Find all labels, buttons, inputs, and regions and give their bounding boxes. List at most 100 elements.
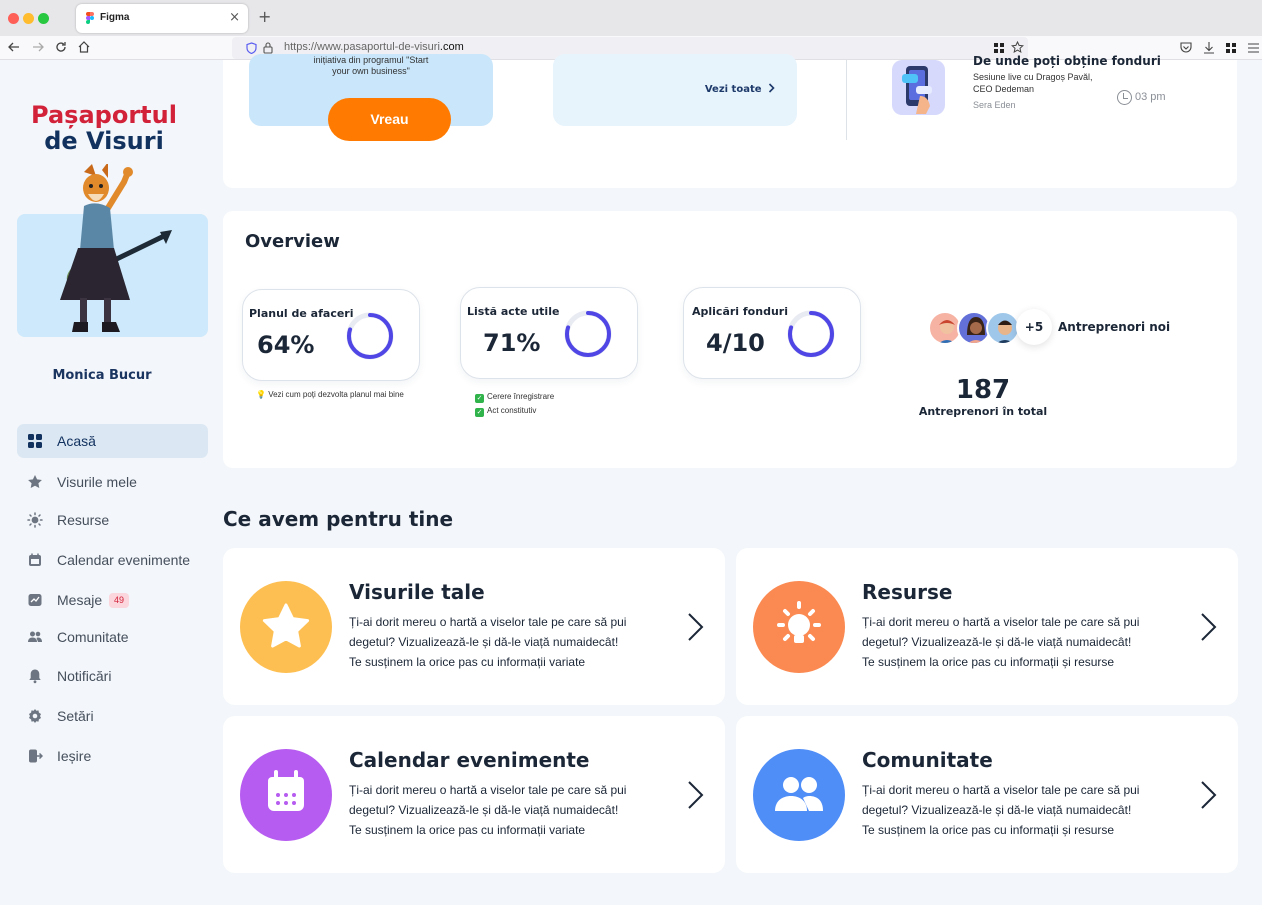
stat-card-funding[interactable]: Aplicări fonduri 4/10: [683, 287, 861, 379]
new-tab-button[interactable]: +: [258, 7, 271, 26]
sidebar-item-iesire[interactable]: Ieșire: [17, 739, 208, 773]
sidebar-item-acasa[interactable]: Acasă: [17, 424, 208, 458]
see-all-link[interactable]: Vezi toate: [705, 83, 775, 95]
event-subtitle-2: CEO Dedeman: [973, 84, 1035, 94]
brand-logo-line1: Pașaportul: [31, 101, 177, 129]
stat-label: Planul de afaceri: [249, 307, 354, 320]
progress-ring: [346, 312, 394, 360]
menu-icon[interactable]: [1248, 43, 1259, 53]
sidebar: Pașaportul de Visuri Monica Bucur Acasă: [0, 60, 223, 905]
sidebar-item-label: Comunitate: [57, 629, 129, 645]
sidebar-item-calendar[interactable]: Calendar evenimente: [17, 543, 208, 577]
feature-description: Ți-ai dorit mereu o hartă a viselor tale…: [349, 615, 627, 669]
progress-ring: [787, 310, 835, 358]
browser-tab[interactable]: Figma ×: [76, 4, 248, 33]
chat-phone-icon: [892, 60, 945, 115]
feature-title: Visurile tale: [349, 580, 485, 604]
extensions-grid-icon[interactable]: [994, 43, 1005, 53]
extensions-icon[interactable]: [1226, 43, 1237, 53]
tab-title: Figma: [100, 12, 130, 23]
shield-icon: [246, 42, 257, 54]
feature-card-visurile-tale[interactable]: Visurile tale Ți-ai dorit mereu o hartă …: [223, 548, 725, 705]
feature-card-calendar[interactable]: Calendar evenimente Ți-ai dorit mereu o …: [223, 716, 725, 873]
sidebar-item-label: Calendar evenimente: [57, 552, 191, 568]
bell-icon: [29, 669, 41, 684]
checklist-item: ✓ Act constitutiv: [475, 406, 537, 417]
more-avatars-count[interactable]: +5: [1016, 309, 1052, 345]
overview-card: Overview Planul de afaceri 64% 💡 Vezi cu…: [223, 211, 1237, 468]
chevron-right-icon[interactable]: [685, 612, 705, 642]
vreau-button[interactable]: Vreau: [328, 98, 451, 141]
window-minimize-button[interactable]: [23, 13, 34, 24]
forward-icon[interactable]: [32, 41, 44, 53]
lock-icon: [263, 42, 273, 54]
clock-icon: [1117, 90, 1132, 105]
window-close-button[interactable]: [8, 13, 19, 24]
tab-close-icon[interactable]: ×: [229, 10, 240, 25]
sidebar-item-label: Resurse: [57, 512, 110, 528]
event-time: 03 pm: [1135, 91, 1166, 103]
overview-title: Overview: [245, 231, 340, 252]
new-entrepreneurs-label: Antreprenori noi: [1058, 320, 1171, 334]
home-icon[interactable]: [78, 41, 90, 53]
window-maximize-button[interactable]: [38, 13, 49, 24]
stat-card-documents[interactable]: Listă acte utile 71%: [460, 287, 638, 379]
total-entrepreneurs-label: Antreprenori în total: [918, 405, 1048, 418]
calendar-icon: [268, 770, 304, 811]
sidebar-item-comunitate[interactable]: Comunitate: [17, 620, 208, 654]
feature-card-resurse[interactable]: Resurse Ți-ai dorit mereu o hartă a vise…: [736, 548, 1238, 705]
promo-box: inițiativa din programul "Start your own…: [249, 54, 493, 141]
chevron-right-icon[interactable]: [1198, 780, 1218, 810]
feature-card-comunitate[interactable]: Comunitate Ți-ai dorit mereu o hartă a v…: [736, 716, 1238, 873]
sidebar-item-mesaje[interactable]: Mesaje 49: [17, 583, 208, 617]
url-text: https://www.pasaportul-de-visuri.com: [284, 41, 464, 53]
event-title: De unde poți obține fonduri: [973, 54, 1161, 68]
promo-text: inițiativa din programul "Start your own…: [313, 55, 429, 76]
sidebar-item-notificari[interactable]: Notificări: [17, 659, 208, 693]
calendar-icon: [29, 553, 41, 566]
sidebar-item-label: Mesaje: [57, 592, 103, 608]
people-icon: [28, 631, 42, 642]
lightbulb-icon: [777, 601, 821, 643]
download-icon[interactable]: [1203, 41, 1215, 54]
divider: [846, 60, 847, 140]
gear-icon: [29, 709, 41, 723]
stat-value: 71%: [483, 329, 541, 357]
pocket-icon[interactable]: [1180, 42, 1192, 53]
feature-title: Calendar evenimente: [349, 748, 590, 772]
sidebar-item-resurse[interactable]: Resurse: [17, 503, 208, 537]
progress-ring: [564, 310, 612, 358]
event-subtitle: Sesiune live cu Dragoș Pavăl,: [973, 72, 1093, 82]
chevron-right-icon[interactable]: [1198, 612, 1218, 642]
stat-value: 4/10: [706, 329, 765, 357]
user-name: Monica Bucur: [52, 368, 152, 383]
stat-value: 64%: [257, 331, 315, 359]
feature-icon-circle: [240, 581, 332, 673]
stat-label: Listă acte utile: [467, 305, 560, 318]
sidebar-item-visurile-mele[interactable]: Visurile mele: [17, 465, 208, 499]
feature-icon-circle: [753, 581, 845, 673]
reload-icon[interactable]: [55, 41, 67, 53]
event-host: Sera Eden: [973, 100, 1016, 110]
check-icon: ✓: [475, 394, 484, 403]
chart-message-icon: [28, 594, 42, 606]
people-icon: [775, 777, 823, 811]
grid-icon: [28, 434, 42, 448]
fox-mascot-illustration: [60, 164, 172, 332]
feature-description: Ți-ai dorit mereu o hartă a viselor tale…: [862, 783, 1140, 837]
sidebar-item-setari[interactable]: Setări: [17, 699, 208, 733]
browser-titlebar: Figma × +: [0, 0, 1262, 36]
star-icon: [28, 475, 42, 488]
feature-title: Comunitate: [862, 748, 993, 772]
chevron-right-icon[interactable]: [685, 780, 705, 810]
logout-icon: [29, 749, 43, 763]
feature-description: Ți-ai dorit mereu o hartă a viselor tale…: [862, 615, 1140, 669]
avatar: [986, 311, 1020, 345]
messages-count-badge: 49: [109, 593, 130, 608]
events-box: Vezi toate: [553, 54, 797, 126]
total-entrepreneurs-count: 187: [955, 375, 1011, 405]
back-icon[interactable]: [8, 41, 20, 53]
bookmark-star-icon[interactable]: [1011, 41, 1024, 54]
chevron-right-icon: [768, 83, 775, 93]
stat-card-business-plan[interactable]: Planul de afaceri 64%: [242, 289, 420, 381]
